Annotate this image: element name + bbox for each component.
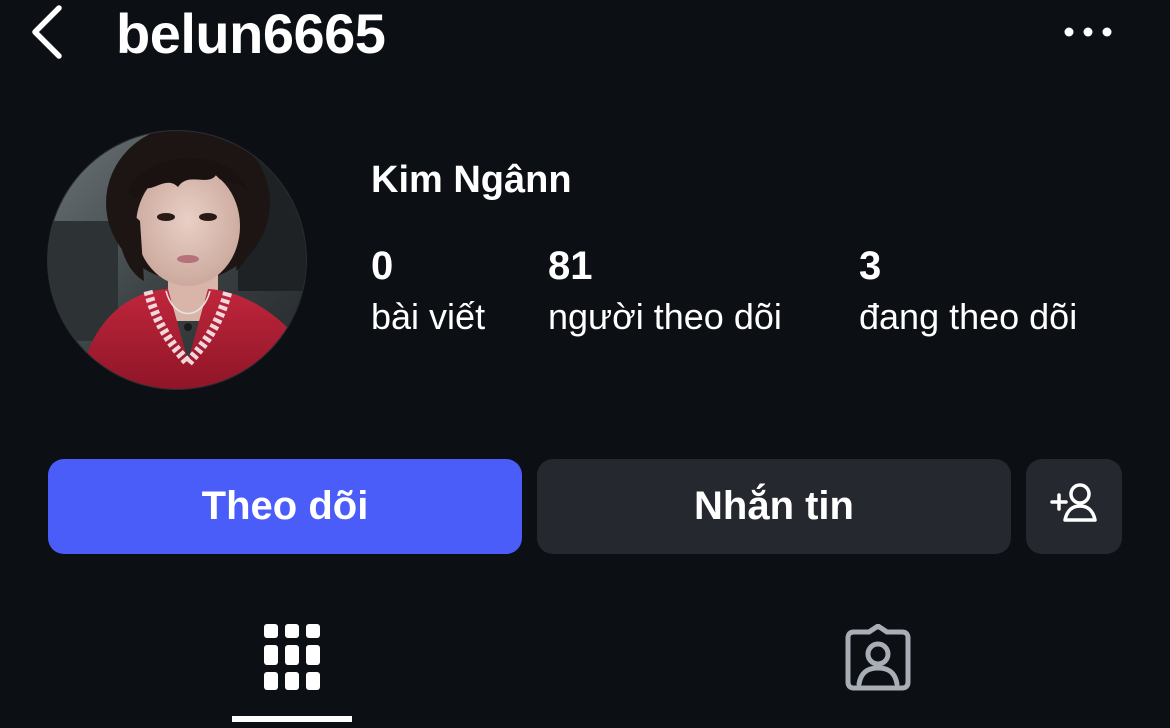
following-count: 3: [859, 244, 882, 288]
avatar[interactable]: [48, 131, 306, 389]
tagged-person-icon: [844, 623, 912, 697]
tab-tagged[interactable]: [818, 600, 938, 728]
follow-button[interactable]: Theo dõi: [48, 459, 522, 554]
tab-posts-grid[interactable]: [232, 600, 352, 728]
profile-username: belun6665: [116, 2, 386, 65]
active-tab-indicator: [232, 716, 352, 722]
following-label: đang theo dõi: [859, 296, 1078, 337]
following-stat[interactable]: 3 đang theo dõi: [859, 240, 1077, 342]
add-person-icon: [1050, 481, 1098, 533]
chevron-left-icon: [25, 2, 65, 67]
display-name: Kim Ngânn: [371, 159, 572, 201]
posts-count: 0: [371, 244, 394, 288]
posts-label: bài viết: [371, 296, 486, 337]
message-button[interactable]: Nhắn tin: [537, 459, 1011, 554]
followers-label: người theo dõi: [548, 296, 782, 337]
followers-count: 81: [548, 244, 593, 288]
profile-page: belun6665 Kim Ngânn 0 bài viết 81 người …: [0, 0, 1170, 728]
suggest-people-button[interactable]: [1026, 459, 1122, 554]
more-horizontal-icon: [1063, 25, 1113, 43]
grid-icon: [264, 624, 320, 697]
back-button[interactable]: [22, 4, 68, 64]
posts-stat[interactable]: 0 bài viết: [371, 240, 485, 342]
followers-stat[interactable]: 81 người theo dõi: [548, 240, 782, 342]
avatar-photo: [48, 131, 306, 389]
more-options-button[interactable]: [1058, 14, 1118, 54]
